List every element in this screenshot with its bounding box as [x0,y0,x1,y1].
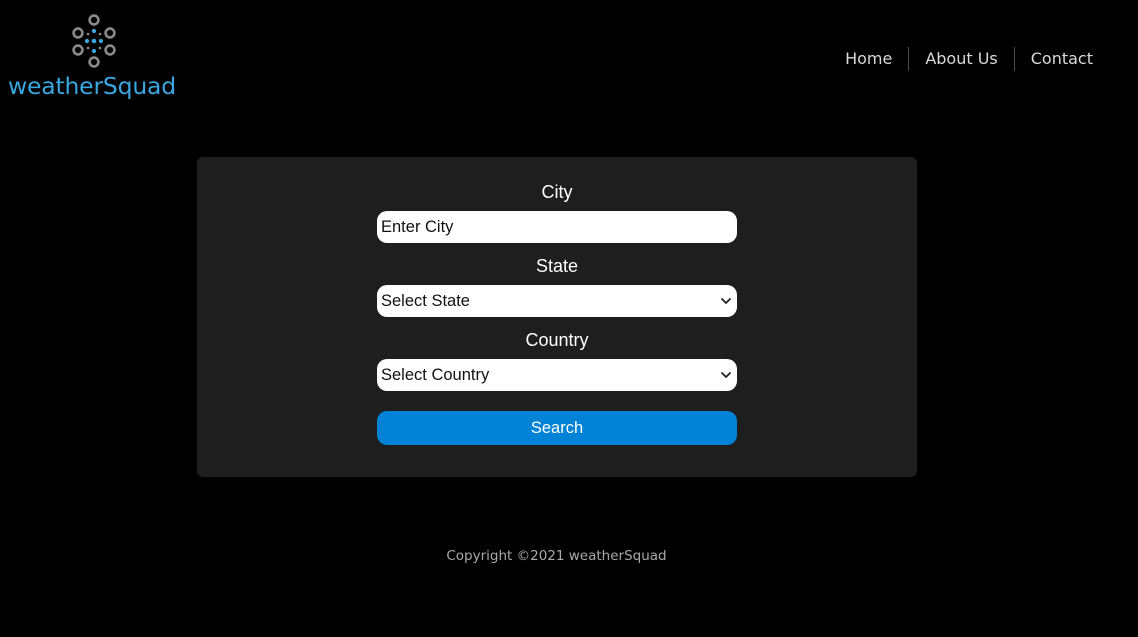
state-select-value: Select State [381,291,470,310]
footer-copyright: Copyright ©2021 weatherSquad [446,548,667,564]
brand-name: weatherSquad [8,72,176,100]
brand-logo[interactable]: weatherSquad [8,14,183,102]
nav-home-link[interactable]: Home [829,46,908,72]
city-label: City [541,182,573,202]
page: weatherSquad Home About Us Contact City … [0,0,1138,637]
state-label: State [535,256,579,276]
city-input[interactable]: Enter City [377,211,737,243]
state-select[interactable]: Select State [377,285,737,317]
search-button[interactable]: Search [377,411,737,445]
country-label: Country [525,330,589,350]
nav-about-link[interactable]: About Us [909,46,1013,72]
nav-contact-link[interactable]: Contact [1015,46,1110,72]
search-form-card: City Enter City State Select State Count… [197,157,917,477]
country-select[interactable]: Select Country [377,359,737,391]
country-select-value: Select Country [381,365,490,384]
top-nav: Home About Us Contact [829,46,1110,72]
weather-dots-logo-icon [72,14,116,68]
city-input-placeholder: Enter City [381,217,454,236]
chevron-down-icon [721,372,731,378]
chevron-down-icon [721,298,731,304]
